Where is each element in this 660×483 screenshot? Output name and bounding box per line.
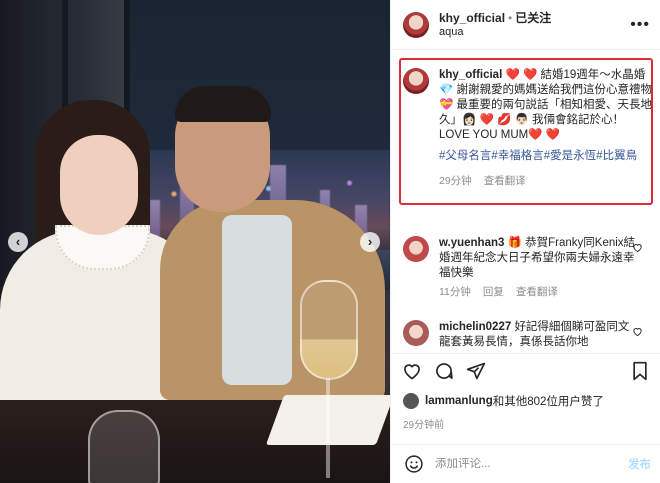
caption: khy_official ❤️ ❤️ 結婚19週年～水晶婚💎 謝謝親愛的媽媽送給… <box>403 68 653 189</box>
send-icon[interactable] <box>465 360 487 382</box>
comment-input[interactable] <box>435 458 628 470</box>
commenter-avatar[interactable] <box>403 236 429 262</box>
comment-item: w.yuenhan3 🎁 恭賀Franky同Kenix結婚週年紀念大日子希望你兩… <box>403 236 653 300</box>
man-shirt <box>222 215 292 385</box>
like-comment-heart-icon[interactable] <box>632 326 643 340</box>
post-side-panel: khy_official • 已关注 aqua ••• khy_official ❤… <box>390 0 660 483</box>
glass-stem <box>326 378 330 478</box>
liker-username[interactable]: lammanlung <box>425 395 493 407</box>
separator-dot: • <box>508 10 513 25</box>
commenter-username[interactable]: w.yuenhan3 <box>439 237 504 249</box>
more-options-icon[interactable]: ••• <box>630 16 650 34</box>
action-bar <box>391 353 660 387</box>
add-comment-bar: 发布 <box>391 444 660 483</box>
woman-face <box>60 135 138 235</box>
next-photo-icon[interactable]: › <box>360 232 380 252</box>
author-avatar[interactable] <box>403 11 429 38</box>
man-hair <box>175 86 271 122</box>
post-photo: ‹ › <box>0 0 390 483</box>
bookmark-icon[interactable] <box>629 360 651 382</box>
commenter-avatar[interactable] <box>403 320 429 346</box>
see-translation-link[interactable]: 查看翻译 <box>516 285 558 300</box>
author-username[interactable]: khy_official <box>439 11 505 25</box>
see-translation-link[interactable]: 查看翻译 <box>484 174 526 189</box>
commenter-username[interactable]: michelin0227 <box>439 321 511 333</box>
like-comment-heart-icon[interactable] <box>632 242 643 256</box>
comment-item: michelin0227 好記得細個睇可盈同文龍套黃易長情，真係長話你地 <box>403 320 653 348</box>
caption-avatar[interactable] <box>403 68 429 94</box>
emoji-icon[interactable] <box>403 453 425 475</box>
champagne-glass <box>300 280 358 380</box>
likes-summary[interactable]: lammanlung 和其他802位用户赞了 <box>403 393 604 409</box>
heart-icon[interactable] <box>401 360 423 382</box>
comment-icon[interactable] <box>433 360 455 382</box>
post-timestamp: 29分钟前 <box>403 420 445 431</box>
likes-count-text[interactable]: 和其他802位用户赞了 <box>493 393 604 409</box>
comment-time: 11分钟 <box>439 286 471 298</box>
instagram-post-view: ‹ › khy_official • 已关注 aqua ••• khy_offici… <box>0 0 660 483</box>
caption-username[interactable]: khy_official <box>439 69 502 81</box>
previous-photo-icon[interactable]: ‹ <box>8 232 28 252</box>
post-header: khy_official • 已关注 aqua ••• <box>391 0 660 50</box>
liker-avatar[interactable] <box>403 393 419 409</box>
reply-link[interactable]: 回复 <box>483 285 504 300</box>
water-glass <box>88 410 160 483</box>
post-comment-button[interactable]: 发布 <box>628 456 651 472</box>
post-location[interactable]: aqua <box>439 25 630 39</box>
caption-hashtags[interactable]: #父母名言#幸福格言#愛是永恆#比翼鳥 <box>439 149 653 164</box>
author-info: khy_official • 已关注 aqua <box>439 11 630 39</box>
follow-status[interactable]: 已关注 <box>515 11 551 25</box>
caption-time: 29分钟 <box>439 175 472 187</box>
